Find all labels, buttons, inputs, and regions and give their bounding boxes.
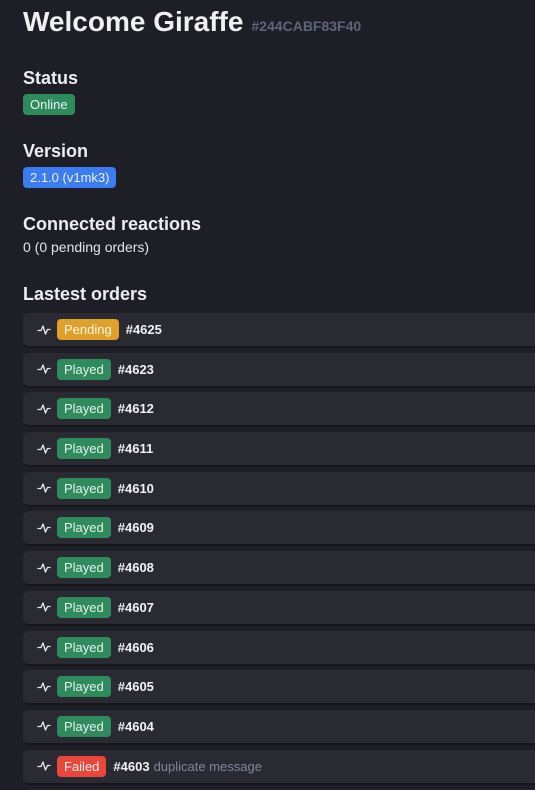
order-row[interactable]: Played #4611 [23, 432, 535, 468]
order-id: #4611 [117, 441, 154, 457]
version-badge: 2.1.0 (v1mk3) [23, 167, 117, 188]
order-row[interactable]: Played #4607 [23, 590, 535, 626]
order-state-badge: Played [57, 358, 111, 380]
order-id: #4625 [125, 322, 162, 337]
order-row[interactable]: Pending #4625 [23, 313, 535, 348]
order-id: #4605 [117, 679, 154, 695]
version-section: Version 2.1.0 (v1mk3) [23, 140, 535, 188]
page-title: Welcome Giraffe [23, 6, 244, 37]
order-row[interactable]: Played #4606 [23, 630, 535, 666]
order-id: #4604 [117, 718, 154, 734]
order-row[interactable]: Played #4608 [23, 551, 535, 587]
order-state-badge: Played [57, 517, 111, 539]
order-state-badge: Pending [57, 319, 119, 340]
activity-pulse-icon [37, 561, 51, 575]
order-state-badge: Played [57, 398, 111, 420]
orders-section: Lastest orders Pending #4625 Played #4623 Pl… [23, 283, 535, 790]
order-id: #4607 [117, 599, 154, 615]
activity-pulse-icon [37, 759, 51, 773]
orders-list: Pending #4625 Played #4623 Played #4612 Played… [23, 313, 535, 790]
device-id: #244CABF83F40 [251, 18, 362, 34]
activity-pulse-icon [37, 600, 51, 614]
order-id: #4603 [113, 758, 150, 774]
status-heading: Status [23, 68, 79, 88]
activity-pulse-icon [37, 521, 51, 535]
orders-heading: Lastest orders [23, 284, 148, 304]
activity-pulse-icon [37, 719, 51, 733]
activity-pulse-icon [37, 362, 51, 376]
order-state-badge: Played [57, 557, 111, 579]
order-id: #4610 [117, 480, 154, 496]
order-id: #4606 [117, 639, 154, 655]
order-state-badge: Played [57, 477, 111, 499]
status-badge: Online [23, 94, 75, 115]
order-row[interactable]: Played #4604 [23, 709, 535, 745]
order-state-badge: Played [57, 438, 111, 460]
order-note: duplicate message [153, 758, 262, 774]
order-row[interactable]: Played #4609 [23, 511, 535, 547]
order-row[interactable]: Failed #4603 duplicate message [23, 749, 535, 785]
order-id: #4608 [117, 560, 154, 576]
order-row[interactable]: Played #4610 [23, 471, 535, 507]
order-state-badge: Played [57, 715, 111, 737]
reactions-count: 0 (0 pending orders) [23, 239, 150, 255]
order-id: #4612 [117, 401, 154, 417]
page-header: Welcome Giraffe #244CABF83F40 [23, 6, 535, 42]
activity-pulse-icon [37, 442, 51, 456]
order-state-badge: Played [57, 596, 111, 618]
reactions-section: Connected reactions 0 (0 pending orders) [23, 213, 535, 255]
order-row[interactable]: Played #4623 [23, 352, 535, 388]
order-id: #4623 [117, 361, 154, 377]
status-section: Status Online [23, 67, 535, 115]
activity-pulse-icon [37, 640, 51, 654]
order-state-badge: Played [57, 676, 111, 698]
activity-pulse-icon [37, 323, 51, 337]
dashboard: Welcome Giraffe #244CABF83F40 Status Onl… [0, 0, 535, 790]
order-id: #4609 [117, 520, 154, 536]
order-row[interactable]: Played #4612 [23, 392, 535, 428]
order-row[interactable]: Played #4605 [23, 670, 535, 706]
activity-pulse-icon [37, 402, 51, 416]
version-heading: Version [23, 141, 89, 161]
activity-pulse-icon [37, 481, 51, 495]
order-state-badge: Played [57, 636, 111, 658]
reactions-heading: Connected reactions [23, 214, 202, 234]
order-state-badge: Failed [57, 755, 107, 777]
activity-pulse-icon [37, 680, 51, 694]
